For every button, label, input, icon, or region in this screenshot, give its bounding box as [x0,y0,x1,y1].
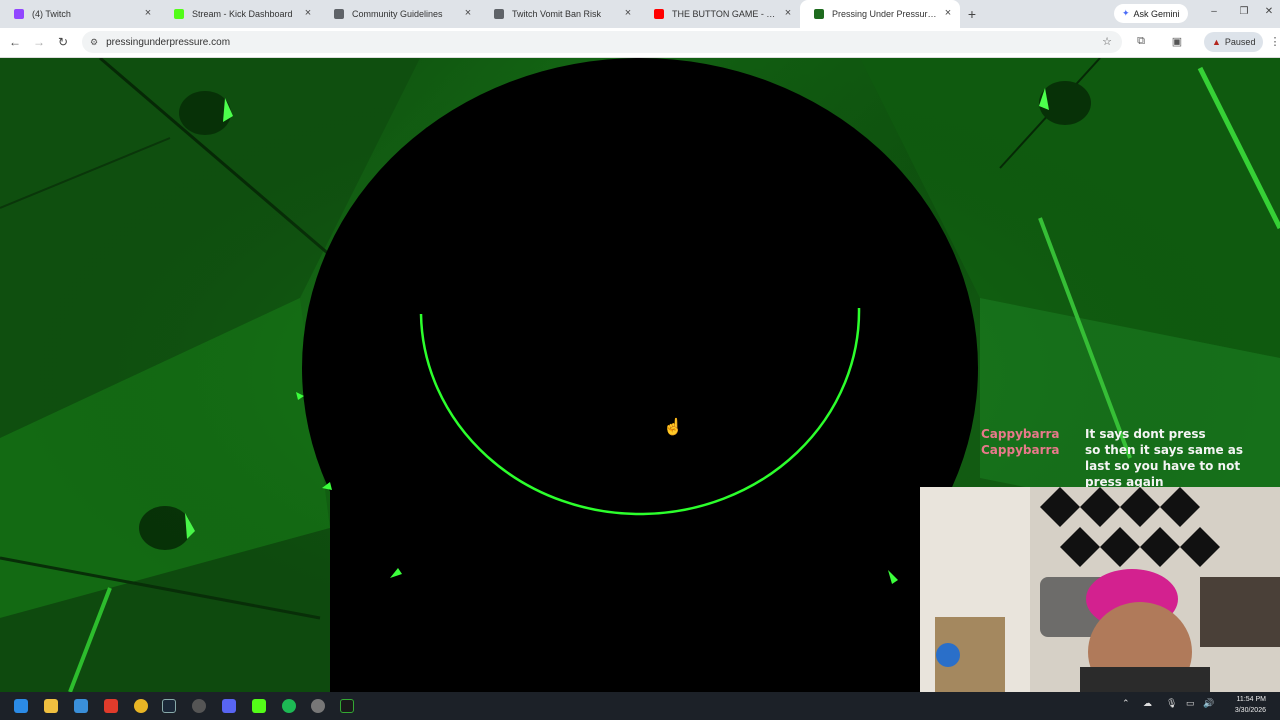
file-explorer-icon[interactable] [44,699,58,713]
mouse-cursor: ☝ [663,419,683,436]
minimize-icon[interactable]: – [1207,6,1221,17]
tab-2[interactable]: Community Guidelines × [320,0,480,28]
tab-5[interactable]: Pressing Under Pressure |Game × [800,0,960,28]
steam-icon[interactable] [162,699,176,713]
chrome-icon[interactable] [134,699,148,713]
tab-1[interactable]: Stream - Kick Dashboard × [160,0,320,28]
tab-close-icon[interactable]: × [462,7,474,20]
youtube-icon [654,9,664,19]
url-text: pressingunderpressure.com [106,36,231,48]
bookmark-star-icon[interactable]: ☆ [1100,35,1114,48]
tab-close-icon[interactable]: × [622,7,634,20]
tab-0[interactable]: (4) Twitch × [0,0,160,28]
globe-icon [334,9,344,19]
clock[interactable]: 11:54 PM 3/30/2026 [1218,694,1266,716]
tab-title: Twitch Vomit Ban Risk [512,9,602,19]
tab-close-icon[interactable]: × [782,7,794,20]
site-info-icon[interactable]: ⚙ [90,37,98,48]
forward-icon[interactable]: → [31,35,47,49]
chat-text: It says dont press [1085,427,1206,441]
chat-text: so then it says same as last so you have… [1085,443,1244,489]
address-bar[interactable]: ⚙ pressingunderpressure.com [82,31,1122,53]
tab-title: THE BUTTON GAME - YouTube [672,9,778,19]
app-red-icon[interactable] [104,699,118,713]
clock-date: 3/30/2026 [1234,707,1266,714]
webcam-feed [920,487,1280,692]
taskbar: ⌃ ☁ 🎙 ▭ 🔊 11:54 PM 3/30/2026 [0,692,1280,720]
tray-overflow-icon[interactable]: ⌃ [1122,698,1130,709]
terminal-icon[interactable] [340,699,354,713]
tab-strip: (4) Twitch × Stream - Kick Dashboard × Commu… [0,0,1280,28]
network-icon[interactable]: ▭ [1186,698,1195,709]
gemini-icon: ✦ [1122,8,1130,18]
menu-icon[interactable]: ⋮ [1268,35,1280,48]
jar [936,643,960,667]
obs-icon[interactable] [192,699,206,713]
tab-close-icon[interactable]: × [142,7,154,20]
clock-time: 11:54 PM [1236,696,1266,703]
discord-icon[interactable] [222,699,236,713]
kick-taskbar-icon[interactable] [252,699,266,713]
tab-close-icon[interactable]: × [302,7,314,20]
kick-icon [174,9,184,19]
tab-4[interactable]: THE BUTTON GAME - YouTube × [640,0,800,28]
furniture [1200,577,1280,647]
new-tab-button[interactable]: + [960,6,984,22]
spotify-icon[interactable] [282,699,296,713]
chat-username: Cappybarra [981,443,1060,457]
settings-icon[interactable] [311,699,325,713]
mic-icon[interactable]: 🎙 [1166,698,1177,709]
extensions-icon[interactable]: ⧉ [1134,35,1148,48]
shirt [1080,667,1210,692]
tab-title: Stream - Kick Dashboard [192,9,293,19]
tab-list: (4) Twitch × Stream - Kick Dashboard × Commu… [0,0,960,28]
webcam-scene [920,487,1280,692]
reload-icon[interactable]: ↻ [55,35,71,49]
side-panel-icon[interactable]: ▣ [1170,35,1184,48]
cloud-icon[interactable]: ☁ [1143,698,1152,709]
globe-icon [494,9,504,19]
volume-icon[interactable]: 🔊 [1203,698,1214,709]
restore-icon[interactable]: ❐ [1237,6,1251,17]
back-icon[interactable]: ← [7,35,23,49]
ask-gemini-button[interactable]: ✦ Ask Gemini [1114,4,1188,23]
profile-status: Paused [1224,37,1256,47]
toolbar: ← → ↻ ⚙ pressingunderpressure.com ☆ ⧉ ▣ … [0,28,1280,58]
tab-title: (4) Twitch [32,9,71,19]
profile-avatar-icon: ▲ [1212,37,1221,47]
ask-gemini-label: Ask Gemini [1133,8,1180,19]
chat-username: Cappybarra [981,427,1060,441]
tab-close-icon[interactable]: × [942,7,954,20]
start-icon[interactable] [14,699,28,713]
tab-title: Pressing Under Pressure |Game [832,9,938,19]
twitch-icon [14,9,24,19]
close-window-icon[interactable]: ✕ [1262,6,1276,17]
game-icon [814,9,824,19]
store-icon[interactable] [74,699,88,713]
tab-title: Community Guidelines [352,9,443,19]
profile-button[interactable]: ▲ Paused [1204,32,1264,52]
tab-3[interactable]: Twitch Vomit Ban Risk × [480,0,640,28]
